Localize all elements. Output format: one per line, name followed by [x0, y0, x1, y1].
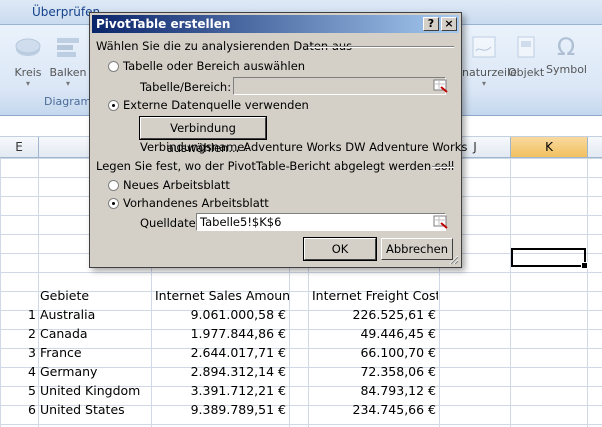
pie-chart-icon — [15, 38, 41, 56]
bar-chart-icon — [57, 38, 79, 57]
table-cell-sales[interactable]: 3.391.712,21 € — [152, 382, 286, 400]
object-label: Objekt — [508, 66, 545, 79]
dialog-titlebar[interactable]: PivotTable erstellen ? × — [92, 15, 459, 33]
radio-table-range[interactable] — [108, 61, 119, 72]
radio-existing-sheet[interactable] — [108, 198, 119, 209]
signature-line-label: naturzeile — [462, 66, 517, 79]
radio-external-source[interactable] — [108, 100, 119, 111]
source-file-input[interactable]: Tabelle5!$K$6 — [196, 213, 446, 231]
radio-external-source-label[interactable]: Externe Datenquelle verwenden — [123, 98, 309, 112]
table-cell-sales[interactable]: 9.389.789,51 € — [152, 401, 286, 419]
row-number[interactable]: 4 — [0, 363, 36, 381]
radio-new-sheet-label[interactable]: Neues Arbeitsblatt — [123, 178, 230, 192]
range-picker-icon[interactable] — [433, 79, 449, 93]
section-divider — [432, 166, 454, 168]
table-cell-freight[interactable]: 49.446,45 € — [309, 325, 436, 343]
table-header-sales[interactable]: Internet Sales Amount — [155, 287, 289, 305]
table-cell-sales[interactable]: 2.894.312,14 € — [152, 363, 286, 381]
radio-table-range-label[interactable]: Tabelle oder Bereich auswählen — [123, 59, 305, 73]
omega-icon: Ω — [556, 33, 576, 61]
radio-existing-sheet-label[interactable]: Vorhandenes Arbeitsblatt — [123, 196, 269, 210]
signature-line-icon — [472, 36, 496, 58]
table-cell-freight[interactable]: 66.100,70 € — [309, 344, 436, 362]
section-location-heading: Legen Sie fest, wo der PivotTable-Berich… — [96, 159, 455, 173]
row-number[interactable]: 3 — [0, 344, 36, 362]
table-cell-freight[interactable]: 84.793,12 € — [309, 382, 436, 400]
close-button[interactable]: × — [441, 17, 457, 31]
create-pivottable-dialog: PivotTable erstellen ? × Wählen Sie die … — [89, 12, 467, 268]
table-cell-sales[interactable]: 1.977.844,86 € — [152, 325, 286, 343]
table-range-input[interactable] — [233, 77, 446, 95]
table-range-label: Tabelle/Bereich: — [140, 80, 232, 94]
symbol-button[interactable]: Ω Symbol — [546, 33, 587, 76]
chevron-down-icon: ▾ — [481, 79, 486, 88]
choose-connection-button[interactable]: Verbindung auswählen... — [139, 116, 267, 155]
column-header-e[interactable]: E — [0, 137, 39, 157]
row-number[interactable]: 1 — [0, 306, 36, 324]
bar-chart-label: Balken — [49, 66, 87, 79]
symbol-label: Symbol — [546, 63, 587, 76]
object-icon — [517, 36, 535, 58]
signature-line-button[interactable]: naturzeile ▾ — [462, 35, 517, 88]
chevron-down-icon: ▾ — [65, 79, 70, 88]
table-cell-freight[interactable]: 226.525,61 € — [309, 306, 437, 324]
source-file-label: Quelldatei: — [140, 216, 203, 230]
grid-line — [587, 158, 588, 427]
table-cell-region[interactable]: Australia — [40, 306, 150, 324]
range-picker-icon[interactable] — [433, 215, 449, 229]
row-number[interactable]: 5 — [0, 382, 36, 400]
table-cell-region[interactable]: Germany — [40, 363, 150, 381]
column-header[interactable] — [588, 137, 602, 157]
active-cell-k[interactable] — [511, 248, 588, 269]
table-cell-freight[interactable]: 72.358,06 € — [309, 363, 436, 381]
help-button[interactable]: ? — [423, 17, 439, 31]
connection-name-label: Verbindungsname: — [140, 140, 249, 154]
table-cell-region[interactable]: Canada — [40, 325, 150, 343]
table-cell-sales[interactable]: 2.644.017,71 € — [152, 344, 286, 362]
radio-new-sheet[interactable] — [108, 180, 119, 191]
table-cell-region[interactable]: France — [40, 344, 150, 362]
chevron-down-icon: ▾ — [25, 79, 30, 88]
resize-grip-icon[interactable] — [449, 255, 459, 265]
row-number[interactable]: 6 — [0, 401, 36, 419]
table-cell-region[interactable]: United States — [40, 401, 150, 419]
grid-line — [38, 158, 39, 427]
table-cell-sales[interactable]: 9.061.000,58 € — [152, 306, 286, 324]
dialog-title: PivotTable erstellen — [96, 17, 231, 31]
table-cell-region[interactable]: United Kingdom — [40, 382, 150, 400]
grid-line — [510, 158, 511, 427]
section-divider — [308, 46, 454, 48]
row-number[interactable]: 2 — [0, 325, 36, 343]
fill-handle[interactable] — [581, 262, 588, 269]
pie-chart-label: Kreis — [14, 66, 42, 79]
column-header-k[interactable]: K — [511, 137, 588, 157]
cancel-button[interactable]: Abbrechen — [381, 238, 453, 260]
ok-button[interactable]: OK — [303, 237, 377, 261]
connection-name-value: . Adventure Works DW Adventure Works — [236, 140, 468, 154]
table-header-freight[interactable]: Internet Freight Cost — [312, 287, 438, 305]
pie-chart-button[interactable]: Kreis ▾ — [8, 35, 48, 88]
object-button[interactable]: Objekt — [508, 35, 544, 79]
table-cell-freight[interactable]: 234.745,66 € — [309, 401, 437, 419]
bar-chart-button[interactable]: Balken ▾ — [48, 35, 88, 88]
table-header-region[interactable]: Gebiete — [40, 287, 150, 305]
